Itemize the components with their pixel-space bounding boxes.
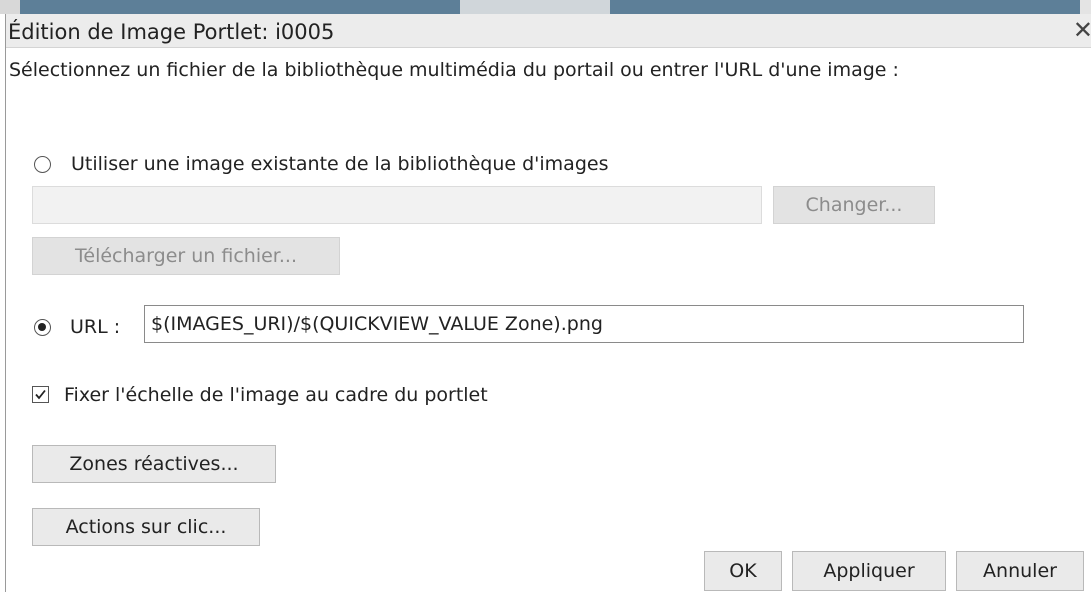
click-actions-button[interactable]: Actions sur clic... <box>32 508 260 546</box>
image-portlet-dialog: Édition de Image Portlet: i0005 ✕ Sélect… <box>5 14 1091 592</box>
checkbox-checked-icon[interactable] <box>32 386 49 403</box>
library-path-field[interactable] <box>32 186 762 224</box>
radio-selected-icon[interactable] <box>34 319 51 336</box>
url-option-label: URL : <box>70 316 121 338</box>
cancel-button[interactable]: Annuler <box>956 551 1084 591</box>
ok-button[interactable]: OK <box>704 551 782 591</box>
close-icon[interactable]: ✕ <box>1073 18 1091 42</box>
radio-unselected-icon[interactable] <box>34 156 51 173</box>
dialog-titlebar[interactable]: Édition de Image Portlet: i0005 ✕ <box>6 14 1091 48</box>
library-option-label: Utiliser une image existante de la bibli… <box>71 153 609 175</box>
url-input[interactable]: $(IMAGES_URI)/$(QUICKVIEW_VALUE Zone).pn… <box>144 305 1024 343</box>
scale-to-frame-label: Fixer l'échelle de l'image au cadre du p… <box>64 384 488 406</box>
background-page-strip <box>0 0 1091 14</box>
apply-button[interactable]: Appliquer <box>792 551 946 591</box>
change-button[interactable]: Changer... <box>773 186 935 224</box>
upload-file-button[interactable]: Télécharger un fichier... <box>32 237 340 275</box>
hotspots-button[interactable]: Zones réactives... <box>32 445 276 483</box>
dialog-title: Édition de Image Portlet: i0005 <box>8 20 335 44</box>
instruction-text: Sélectionnez un fichier de la bibliothèq… <box>9 59 899 81</box>
